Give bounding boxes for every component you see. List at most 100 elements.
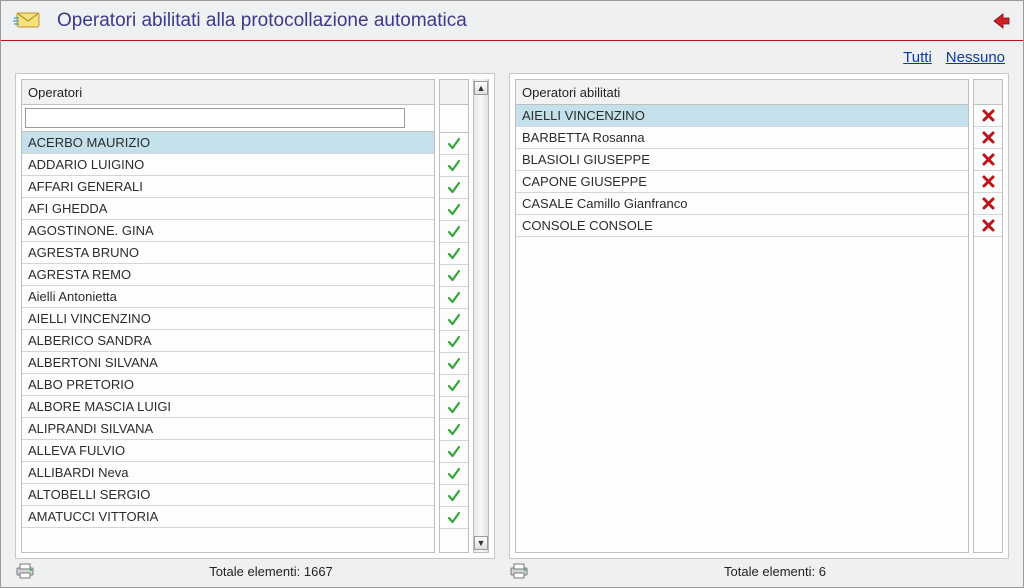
- operator-name: AFFARI GENERALI: [22, 179, 434, 194]
- add-icon[interactable]: [440, 155, 468, 177]
- select-none-link[interactable]: Nessuno: [946, 49, 1005, 66]
- operator-name: ALIPRANDI SILVANA: [22, 421, 434, 436]
- operator-name: Aielli Antonietta: [22, 289, 434, 304]
- table-row[interactable]: ALIPRANDI SILVANA: [22, 418, 434, 440]
- operator-name: ACERBO MAURIZIO: [22, 135, 434, 150]
- select-all-link[interactable]: Tutti: [903, 49, 932, 66]
- enabled-operator-name: CONSOLE CONSOLE: [516, 218, 968, 233]
- enabled-list: AIELLI VINCENZINO BARBETTA Rosanna BLASIOL…: [515, 105, 969, 553]
- operator-name: AFI GHEDDA: [22, 201, 434, 216]
- add-icon[interactable]: [440, 397, 468, 419]
- main-area: Operatori ACERBO MAURIZIO ADDARIO LUIGINO…: [1, 73, 1023, 559]
- remove-column: [973, 105, 1003, 553]
- table-row[interactable]: AGOSTINONE. GINA: [22, 220, 434, 242]
- operator-name: ALBERICO SANDRA: [22, 333, 434, 348]
- scrollbar[interactable]: ▲ ▼: [473, 79, 489, 553]
- operator-name: ALBERTONI SILVANA: [22, 355, 434, 370]
- remove-icon[interactable]: [974, 127, 1002, 149]
- printer-icon[interactable]: [15, 563, 35, 579]
- table-row[interactable]: ALTOBELLI SERGIO: [22, 484, 434, 506]
- enabled-operator-name: BARBETTA Rosanna: [516, 130, 968, 145]
- table-row[interactable]: BLASIOLI GIUSEPPE: [516, 149, 968, 171]
- enabled-operator-name: BLASIOLI GIUSEPPE: [516, 152, 968, 167]
- operator-name: AIELLI VINCENZINO: [22, 311, 434, 326]
- operators-list: ACERBO MAURIZIO ADDARIO LUIGINO AFFARI GEN…: [21, 132, 435, 553]
- operators-header: Operatori: [21, 79, 435, 105]
- table-row[interactable]: AGRESTA BRUNO: [22, 242, 434, 264]
- operators-count: Totale elementi: 1667: [47, 564, 495, 579]
- enabled-header: Operatori abilitati: [515, 79, 969, 105]
- operator-name: ADDARIO LUIGINO: [22, 157, 434, 172]
- operators-panel: Operatori ACERBO MAURIZIO ADDARIO LUIGINO…: [15, 73, 495, 559]
- remove-icon[interactable]: [974, 149, 1002, 171]
- add-icon[interactable]: [440, 309, 468, 331]
- enabled-operator-name: AIELLI VINCENZINO: [516, 108, 968, 123]
- add-icon[interactable]: [440, 265, 468, 287]
- remove-icon[interactable]: [974, 171, 1002, 193]
- mail-icon: [13, 11, 41, 31]
- operator-name: ALTOBELLI SERGIO: [22, 487, 434, 502]
- operator-name: ALLEVA FULVIO: [22, 443, 434, 458]
- add-header: [439, 79, 469, 105]
- add-icon[interactable]: [440, 221, 468, 243]
- table-row[interactable]: AFFARI GENERALI: [22, 176, 434, 198]
- add-icon[interactable]: [440, 375, 468, 397]
- table-row[interactable]: AIELLI VINCENZINO: [516, 105, 968, 127]
- operator-name: ALLIBARDI Neva: [22, 465, 434, 480]
- add-icon[interactable]: [440, 243, 468, 265]
- toolbar: Tutti Nessuno: [1, 41, 1023, 73]
- remove-icon[interactable]: [974, 105, 1002, 127]
- back-button[interactable]: [991, 12, 1011, 30]
- table-row[interactable]: ADDARIO LUIGINO: [22, 154, 434, 176]
- add-icon[interactable]: [440, 463, 468, 485]
- operator-name: ALBORE MASCIA LUIGI: [22, 399, 434, 414]
- enabled-operator-name: CAPONE GIUSEPPE: [516, 174, 968, 189]
- add-icon[interactable]: [440, 485, 468, 507]
- remove-icon[interactable]: [974, 193, 1002, 215]
- table-row[interactable]: ALBERICO SANDRA: [22, 330, 434, 352]
- operator-name: AGOSTINONE. GINA: [22, 223, 434, 238]
- add-icon[interactable]: [440, 419, 468, 441]
- titlebar: Operatori abilitati alla protocollazione…: [1, 1, 1023, 41]
- search-cell: [21, 105, 435, 132]
- window: Operatori abilitati alla protocollazione…: [0, 0, 1024, 588]
- table-row[interactable]: CAPONE GIUSEPPE: [516, 171, 968, 193]
- footer: Totale elementi: 1667 Totale elementi: 6: [1, 559, 1023, 587]
- operator-name: ALBO PRETORIO: [22, 377, 434, 392]
- table-row[interactable]: BARBETTA Rosanna: [516, 127, 968, 149]
- table-row[interactable]: CASALE Camillo Gianfranco: [516, 193, 968, 215]
- remove-header: [973, 79, 1003, 105]
- add-icon[interactable]: [440, 507, 468, 529]
- search-input[interactable]: [25, 108, 405, 128]
- add-icon[interactable]: [440, 287, 468, 309]
- operator-name: AGRESTA REMO: [22, 267, 434, 282]
- table-row[interactable]: AFI GHEDDA: [22, 198, 434, 220]
- remove-icon[interactable]: [974, 215, 1002, 237]
- table-row[interactable]: ALLIBARDI Neva: [22, 462, 434, 484]
- table-row[interactable]: AIELLI VINCENZINO: [22, 308, 434, 330]
- operator-name: AMATUCCI VITTORIA: [22, 509, 434, 524]
- add-icon[interactable]: [440, 331, 468, 353]
- table-row[interactable]: AMATUCCI VITTORIA: [22, 506, 434, 528]
- table-row[interactable]: ALBORE MASCIA LUIGI: [22, 396, 434, 418]
- table-row[interactable]: CONSOLE CONSOLE: [516, 215, 968, 237]
- enabled-count: Totale elementi: 6: [541, 564, 1009, 579]
- table-row[interactable]: ALBERTONI SILVANA: [22, 352, 434, 374]
- table-row[interactable]: ACERBO MAURIZIO: [22, 132, 434, 154]
- printer-icon[interactable]: [509, 563, 529, 579]
- enabled-operators-panel: Operatori abilitati AIELLI VINCENZINO BAR…: [509, 73, 1009, 559]
- add-icon[interactable]: [440, 353, 468, 375]
- table-row[interactable]: Aielli Antonietta: [22, 286, 434, 308]
- page-title: Operatori abilitati alla protocollazione…: [57, 10, 991, 32]
- add-icon[interactable]: [440, 441, 468, 463]
- add-icon[interactable]: [440, 177, 468, 199]
- table-row[interactable]: ALLEVA FULVIO: [22, 440, 434, 462]
- scroll-down-button[interactable]: ▼: [474, 536, 488, 550]
- add-icon[interactable]: [440, 133, 468, 155]
- enabled-operator-name: CASALE Camillo Gianfranco: [516, 196, 968, 211]
- table-row[interactable]: ALBO PRETORIO: [22, 374, 434, 396]
- scroll-up-button[interactable]: ▲: [474, 81, 488, 95]
- add-icon[interactable]: [440, 199, 468, 221]
- operator-name: AGRESTA BRUNO: [22, 245, 434, 260]
- table-row[interactable]: AGRESTA REMO: [22, 264, 434, 286]
